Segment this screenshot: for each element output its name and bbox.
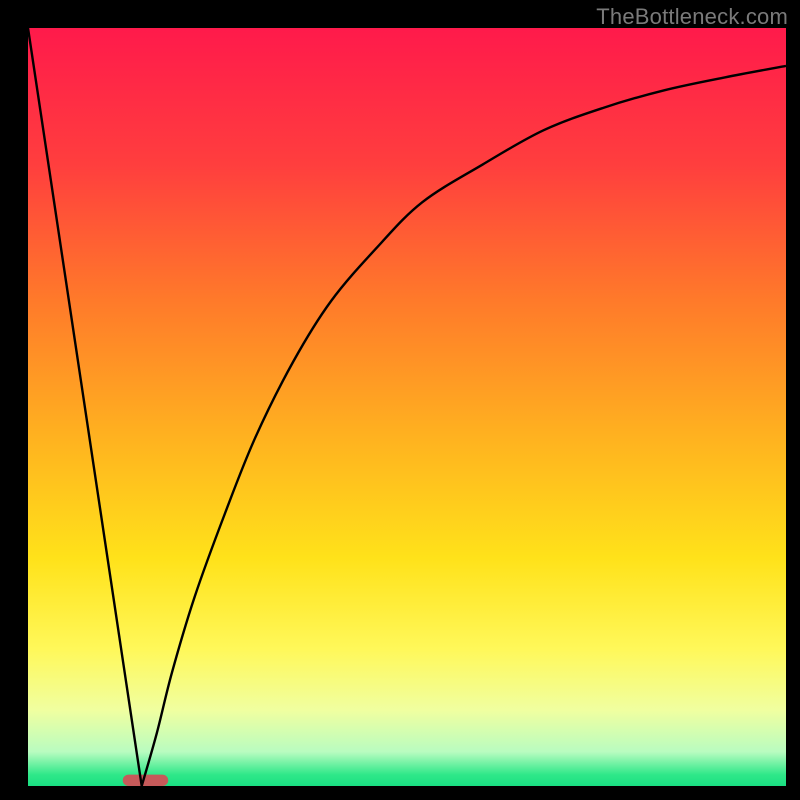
- series-right-curve: [142, 66, 786, 786]
- chart-container: TheBottleneck.com: [0, 0, 800, 800]
- series-left-line: [28, 28, 142, 786]
- watermark-text: TheBottleneck.com: [596, 4, 788, 30]
- chart-curves: [28, 28, 786, 786]
- plot-area: [28, 28, 786, 786]
